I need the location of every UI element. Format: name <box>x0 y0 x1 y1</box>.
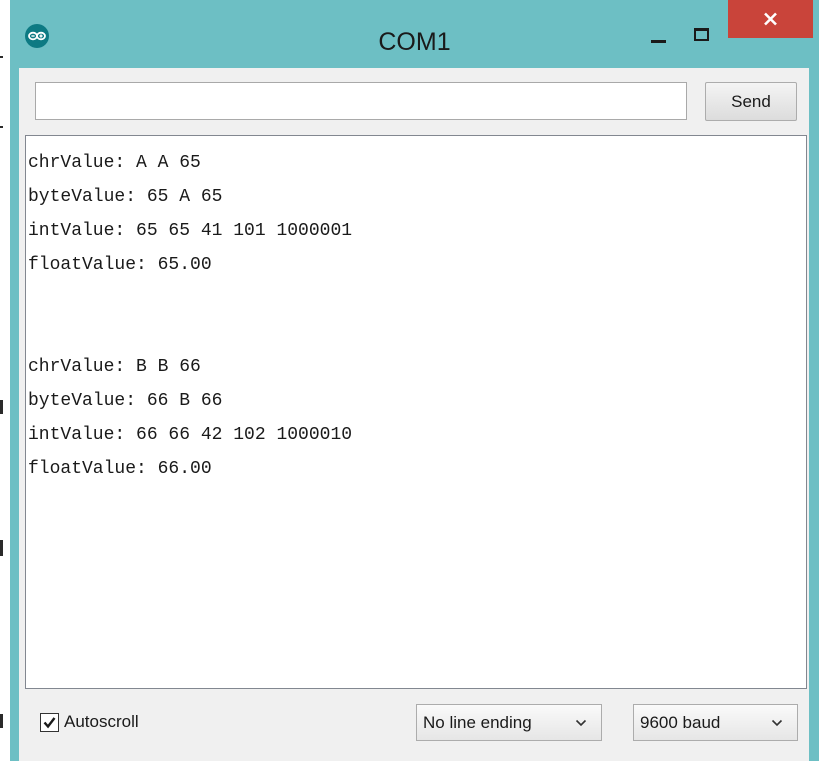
chevron-down-icon <box>575 719 587 727</box>
output-line: intValue: 65 65 41 101 1000001 <box>28 221 353 241</box>
serial-monitor-client: Send chrValue: A A 65 byteValue: 65 A 65… <box>19 68 809 761</box>
edge-mark <box>0 56 3 58</box>
edge-mark <box>0 540 3 556</box>
close-icon <box>764 12 777 26</box>
edge-mark <box>0 714 3 728</box>
send-input[interactable] <box>35 82 687 120</box>
output-line: chrValue: A A 65 <box>28 153 201 173</box>
minimize-button[interactable] <box>637 14 677 54</box>
minimize-icon <box>651 40 666 43</box>
checkmark-icon <box>43 717 56 729</box>
output-line: floatValue: 65.00 <box>28 255 212 275</box>
send-button[interactable]: Send <box>705 82 797 121</box>
output-line: byteValue: 65 A 65 <box>28 187 223 207</box>
maximize-icon <box>694 28 709 41</box>
output-line: byteValue: 66 B 66 <box>28 391 223 411</box>
line-ending-select[interactable]: No line ending <box>416 704 602 741</box>
baud-rate-select[interactable]: 9600 baud <box>633 704 798 741</box>
edge-mark <box>0 400 3 414</box>
chevron-down-icon <box>771 719 783 727</box>
autoscroll-label[interactable]: Autoscroll <box>64 708 139 736</box>
baud-rate-value: 9600 baud <box>640 713 721 732</box>
output-line: floatValue: 66.00 <box>28 459 212 479</box>
serial-output[interactable]: chrValue: A A 65 byteValue: 65 A 65 intV… <box>25 135 807 689</box>
serial-monitor-window: COM1 Send chrValue: A A 65 byteValue: 65… <box>10 0 819 761</box>
close-button[interactable] <box>728 0 813 38</box>
line-ending-value: No line ending <box>423 713 532 732</box>
background-window-edge <box>0 0 10 761</box>
maximize-button[interactable] <box>682 14 722 54</box>
edge-mark <box>0 126 3 128</box>
title-bar[interactable]: COM1 <box>10 0 819 68</box>
bottom-bar: Autoscroll No line ending 9600 baud <box>19 696 809 761</box>
output-line: intValue: 66 66 42 102 1000010 <box>28 425 353 445</box>
output-line: chrValue: B B 66 <box>28 357 201 377</box>
autoscroll-checkbox[interactable] <box>40 713 59 732</box>
